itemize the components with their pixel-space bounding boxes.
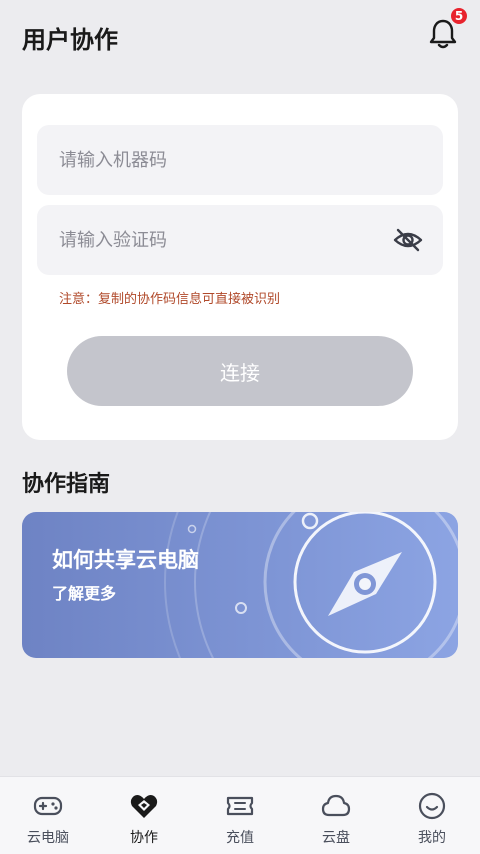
verify-code-field[interactable] <box>37 205 443 275</box>
collaborate-icon <box>130 795 158 818</box>
banner-title: 如何共享云电脑 <box>52 548 199 572</box>
nav-label: 云盘 <box>322 830 350 846</box>
notification-badge: 5 <box>449 6 469 26</box>
collaboration-form: 注意：复制的协作码信息可直接被识别 连接 <box>22 94 458 440</box>
smile-icon <box>418 792 446 820</box>
bottom-nav: 云电脑 协作 充值 云盘 我的 <box>0 776 480 854</box>
machine-code-field[interactable] <box>37 125 443 195</box>
nav-item-cloud-disk[interactable]: 云盘 <box>288 777 384 854</box>
eye-off-icon[interactable] <box>393 225 423 255</box>
gamepad-icon <box>33 796 63 816</box>
copy-hint-note: 注意：复制的协作码信息可直接被识别 <box>59 292 281 307</box>
page-title: 用户协作 <box>22 26 118 54</box>
guide-section-title: 协作指南 <box>22 472 111 497</box>
machine-code-input[interactable] <box>37 125 443 195</box>
nav-item-profile[interactable]: 我的 <box>384 777 480 854</box>
nav-label: 充值 <box>226 830 254 846</box>
notification-button[interactable]: 5 <box>426 6 469 52</box>
header: 用户协作 5 <box>0 0 480 76</box>
nav-item-recharge[interactable]: 充值 <box>192 777 288 854</box>
learn-more-link[interactable]: 了解更多 <box>52 580 116 604</box>
connect-button[interactable]: 连接 <box>67 336 413 406</box>
ticket-icon <box>226 796 254 816</box>
nav-label: 我的 <box>418 830 446 846</box>
cloud-icon <box>321 794 351 817</box>
nav-label: 协作 <box>130 830 158 846</box>
nav-label: 云电脑 <box>27 830 69 846</box>
nav-item-collaborate[interactable]: 协作 <box>96 777 192 854</box>
compass-icon <box>328 552 402 616</box>
guide-banner[interactable]: 如何共享云电脑 了解更多 <box>22 512 458 658</box>
verify-code-input[interactable] <box>37 205 443 275</box>
nav-item-cloud-pc[interactable]: 云电脑 <box>0 777 96 854</box>
